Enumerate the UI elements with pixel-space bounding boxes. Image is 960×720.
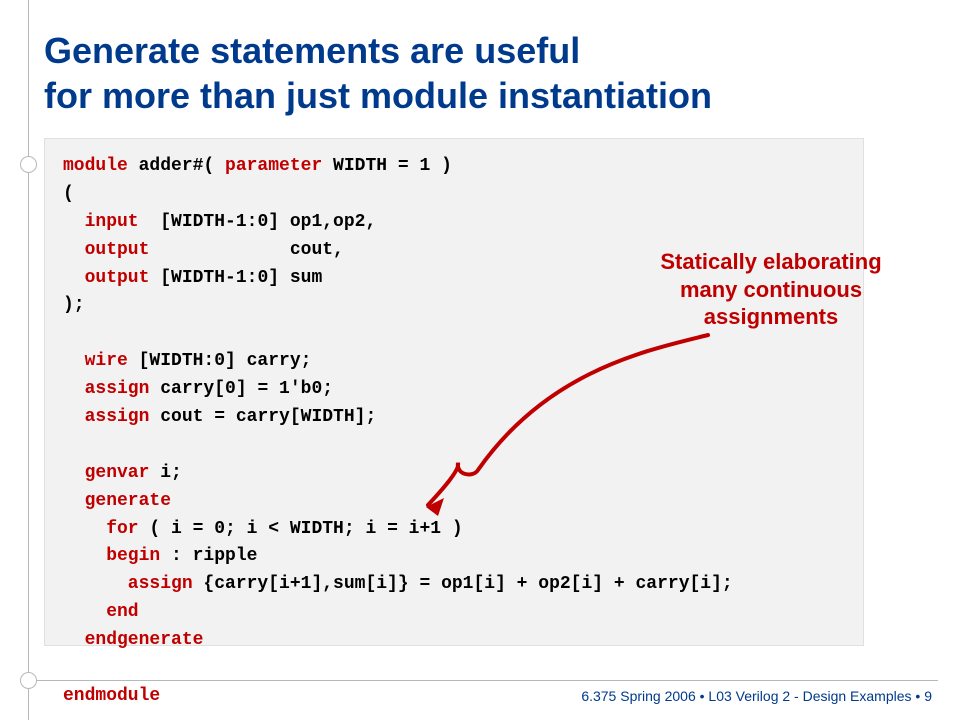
title-line-1: Generate statements are useful <box>44 30 580 71</box>
code-text: cout, <box>149 240 343 260</box>
kw-endgenerate: endgenerate <box>63 630 203 650</box>
code-box: module adder#( parameter WIDTH = 1 ) ( i… <box>44 138 864 646</box>
kw-input: input <box>63 212 139 232</box>
code-text: : ripple <box>160 546 257 566</box>
code-text: ( <box>63 184 74 204</box>
kw-assign: assign <box>63 407 149 427</box>
kw-assign: assign <box>63 379 149 399</box>
annotation-text: Statically elaborating many continuous a… <box>636 248 906 331</box>
annotation-line-1: Statically elaborating <box>660 249 881 274</box>
kw-module: module <box>63 156 128 176</box>
kw-parameter: parameter <box>225 156 322 176</box>
code-text: [WIDTH-1:0] op1,op2, <box>139 212 377 232</box>
kw-assign: assign <box>63 574 193 594</box>
code-text: [WIDTH-1:0] sum <box>149 268 322 288</box>
kw-genvar: genvar <box>63 463 149 483</box>
code-text: [WIDTH:0] carry; <box>128 351 312 371</box>
annotation-line-2: many continuous <box>680 277 862 302</box>
kw-end: end <box>63 602 139 622</box>
slide-footer: 6.375 Spring 2006 • L03 Verilog 2 - Desi… <box>581 688 932 704</box>
decorative-circle-top <box>20 156 37 173</box>
code-text: i; <box>149 463 181 483</box>
kw-endmodule: endmodule <box>63 686 160 706</box>
annotation-line-3: assignments <box>704 304 839 329</box>
horizontal-rule <box>28 680 938 681</box>
vertical-rule <box>28 0 29 720</box>
kw-generate: generate <box>63 491 171 511</box>
code-text: carry[0] = 1'b0; <box>149 379 333 399</box>
kw-output: output <box>63 268 149 288</box>
kw-for: for <box>63 519 139 539</box>
code-text: cout = carry[WIDTH]; <box>149 407 376 427</box>
code-text: ( i = 0; i < WIDTH; i = i+1 ) <box>139 519 463 539</box>
decorative-circle-bottom <box>20 672 37 689</box>
code-text: ); <box>63 295 85 315</box>
kw-output: output <box>63 240 149 260</box>
slide-title: Generate statements are useful for more … <box>44 28 712 118</box>
code-text: WIDTH = 1 ) <box>322 156 452 176</box>
code-text: {carry[i+1],sum[i]} = op1[i] + op2[i] + … <box>193 574 733 594</box>
title-line-2: for more than just module instantiation <box>44 75 712 116</box>
kw-wire: wire <box>63 351 128 371</box>
kw-begin: begin <box>63 546 160 566</box>
code-text: adder#( <box>128 156 225 176</box>
